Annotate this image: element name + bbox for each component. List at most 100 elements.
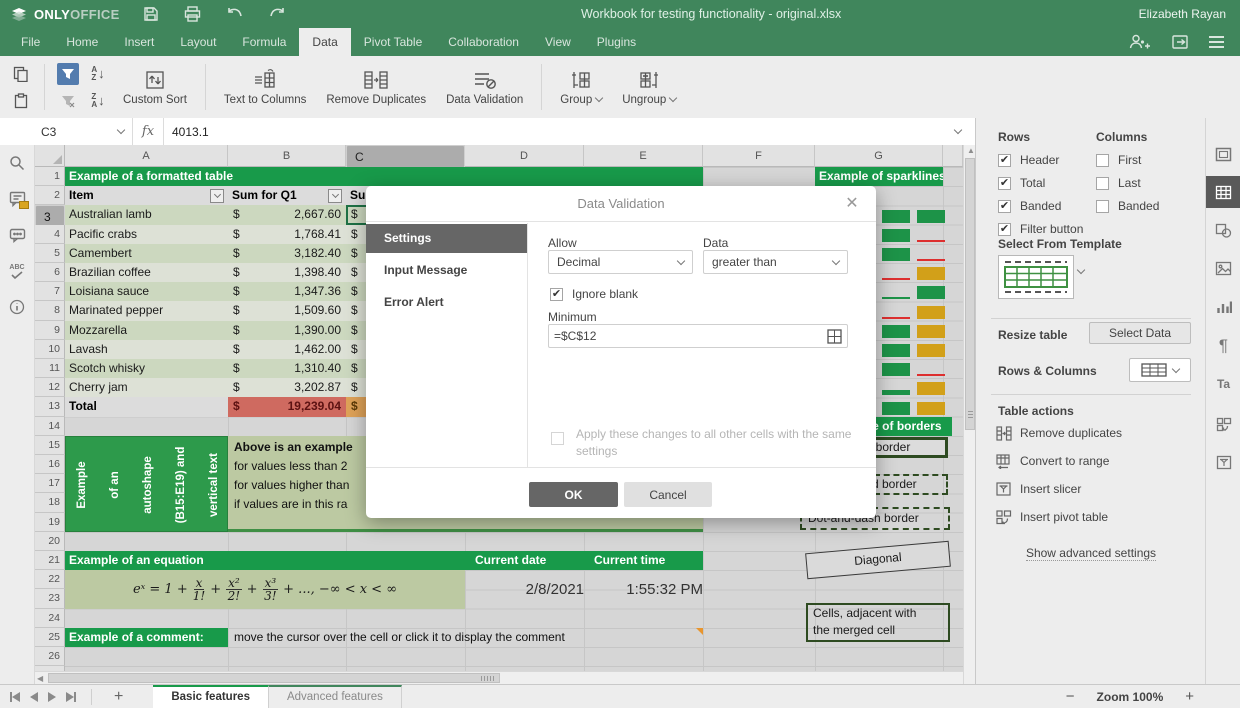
checkbox-row-banded[interactable]: ✔Banded [998, 198, 1061, 214]
cancel-button[interactable]: Cancel [624, 482, 712, 507]
tab-layout[interactable]: Layout [167, 28, 229, 56]
tab-collaboration[interactable]: Collaboration [435, 28, 532, 56]
cell-name-box[interactable]: C3 [33, 118, 133, 145]
sort-ascending-icon[interactable]: AZ↓ [87, 63, 109, 85]
table-cell-item[interactable]: Australian lamb [65, 205, 228, 224]
last-sheet-button[interactable] [66, 692, 76, 702]
pivot-table-settings-icon[interactable] [1206, 408, 1240, 440]
table-settings-icon[interactable] [1206, 176, 1240, 208]
image-settings-icon[interactable] [1206, 252, 1240, 284]
banner-formatted-table[interactable]: Example of a formatted table [65, 167, 703, 186]
table-cell-q1[interactable]: $1,509.60 [228, 301, 346, 320]
row-header-21[interactable]: 21 [35, 551, 65, 570]
table-cell-item[interactable]: Marinated pepper [65, 301, 228, 320]
add-user-icon[interactable] [1129, 34, 1151, 50]
cell-settings-icon[interactable] [1206, 138, 1240, 170]
show-advanced-settings-link[interactable]: Show advanced settings [976, 546, 1206, 560]
template-preview[interactable] [998, 255, 1074, 299]
row-header-15[interactable]: 15 [35, 436, 65, 455]
open-file-location-icon[interactable] [1171, 34, 1189, 50]
table-cell-q1[interactable]: $1,768.41 [228, 225, 346, 244]
row-header-14[interactable]: 14 [35, 417, 65, 436]
action-insert-pivot-table[interactable]: Insert pivot table [996, 508, 1108, 526]
banner-current-time[interactable]: Current time [584, 551, 703, 570]
text-to-columns-button[interactable]: Text to Columns [214, 59, 316, 115]
expand-formula-bar-icon[interactable] [954, 126, 962, 134]
col-header-B[interactable]: B [228, 145, 346, 167]
filter-dropdown-icon[interactable] [210, 189, 224, 203]
text-art-settings-icon[interactable]: Ta [1206, 368, 1240, 400]
table-cell-item[interactable]: Mozzarella [65, 321, 228, 340]
table-header-q1[interactable]: Sum for Q1 [228, 186, 346, 205]
ungroup-button[interactable]: Ungroup [612, 59, 686, 115]
formula-input[interactable]: 4013.1 [164, 125, 955, 139]
search-icon[interactable] [7, 153, 27, 173]
banner-sparklines[interactable]: Example of sparklines [815, 167, 943, 186]
col-header-F[interactable]: F [703, 145, 815, 167]
action-insert-slicer[interactable]: Insert slicer [996, 480, 1081, 498]
select-range-icon[interactable] [827, 329, 842, 344]
clear-filter-icon[interactable] [57, 90, 79, 112]
col-header-D[interactable]: D [465, 145, 584, 167]
row-header-11[interactable]: 11 [35, 359, 65, 378]
insert-function-button[interactable]: fx [133, 118, 164, 145]
copy-icon[interactable] [10, 63, 32, 85]
row-header-5[interactable]: 5 [35, 244, 65, 263]
row-header-16[interactable]: 16 [35, 455, 65, 474]
table-cell-item[interactable]: Pacific crabs [65, 225, 228, 244]
checkbox-col-banded[interactable]: Banded [1096, 198, 1159, 214]
comment-marker-icon[interactable] [696, 628, 703, 635]
current-time-cell[interactable]: 1:55:32 PM [584, 570, 709, 608]
checkbox-col-first[interactable]: First [1096, 152, 1141, 168]
banner-comment[interactable]: Example of a comment: [65, 628, 228, 647]
table-total-label[interactable]: Total [65, 397, 228, 416]
tab-home[interactable]: Home [53, 28, 111, 56]
checkbox-row-header[interactable]: ✔Header [998, 152, 1059, 168]
horizontal-scrollbar-thumb[interactable] [48, 673, 500, 683]
table-cell-item[interactable]: Camembert [65, 244, 228, 263]
select-data-button[interactable]: Select Data [1089, 322, 1191, 344]
table-header-item[interactable]: Item [65, 186, 228, 205]
checkbox-row-total[interactable]: ✔Total [998, 175, 1045, 191]
tab-view[interactable]: View [532, 28, 584, 56]
slicer-settings-icon[interactable] [1206, 446, 1240, 478]
minimum-input[interactable]: =$C$12 [548, 324, 848, 348]
vertical-scrollbar[interactable]: ▲ [963, 145, 975, 684]
col-header-sliver[interactable] [943, 145, 963, 167]
row-header-6[interactable]: 6 [35, 263, 65, 282]
allow-select[interactable]: Decimal [548, 250, 693, 274]
data-select[interactable]: greater than [703, 250, 848, 274]
dialog-tab-settings[interactable]: Settings [366, 224, 527, 253]
paste-icon[interactable] [10, 90, 32, 112]
table-cell-q1[interactable]: $3,182.40 [228, 244, 346, 263]
remove-duplicates-button[interactable]: Remove Duplicates [316, 59, 436, 115]
data-validation-button[interactable]: Data Validation [436, 59, 533, 115]
tab-plugins[interactable]: Plugins [584, 28, 649, 56]
next-sheet-button[interactable] [48, 692, 56, 702]
banner-equation[interactable]: Example of an equation [65, 551, 465, 570]
row-header-7[interactable]: 7 [35, 282, 65, 301]
table-cell-q1[interactable]: $1,347.36 [228, 282, 346, 301]
row-header-1[interactable]: 1 [35, 167, 65, 186]
spellcheck-icon[interactable]: ABC [7, 261, 27, 281]
print-icon[interactable] [183, 4, 203, 24]
row-header-10[interactable]: 10 [35, 340, 65, 359]
tab-pivot-table[interactable]: Pivot Table [351, 28, 435, 56]
dialog-tab-error-alert[interactable]: Error Alert [366, 288, 527, 317]
shape-settings-icon[interactable] [1206, 214, 1240, 246]
zoom-level[interactable]: Zoom 100% [1097, 690, 1164, 704]
tab-insert[interactable]: Insert [111, 28, 167, 56]
col-header-E[interactable]: E [584, 145, 703, 167]
tab-formula[interactable]: Formula [229, 28, 299, 56]
action-remove-duplicates[interactable]: Remove duplicates [996, 424, 1122, 442]
chat-icon[interactable] [7, 225, 27, 245]
table-cell-q1[interactable]: $1,462.00 [228, 340, 346, 359]
tab-file[interactable]: File [8, 28, 53, 56]
previous-sheet-button[interactable] [30, 692, 38, 702]
template-dropdown-icon[interactable] [1077, 266, 1085, 274]
col-header-C[interactable]: C [346, 145, 465, 169]
table-cell-item[interactable]: Loisiana sauce [65, 282, 228, 301]
table-cell-q1[interactable]: $1,390.00 [228, 321, 346, 340]
col-header-A[interactable]: A [65, 145, 228, 167]
table-cell-item[interactable]: Cherry jam [65, 378, 228, 397]
